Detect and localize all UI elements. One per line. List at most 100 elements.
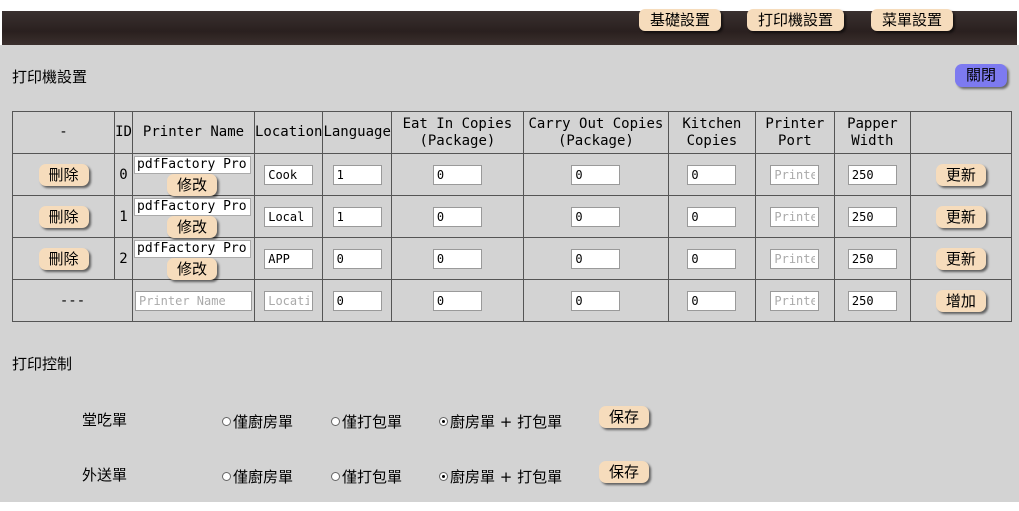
- dine-in-both-radio[interactable]: 廚房單 + 打包單: [439, 411, 562, 432]
- radio-icon: [331, 417, 340, 426]
- language-input[interactable]: [332, 248, 382, 269]
- dine-in-package-only-radio[interactable]: 僅打包單: [331, 411, 402, 432]
- top-bar: 基礎設置 打印機設置 菜單設置: [0, 0, 1019, 45]
- eat-in-copies-input[interactable]: [432, 248, 482, 269]
- new-kitchen-copies-input[interactable]: [687, 290, 737, 311]
- dine-in-kitchen-only-radio[interactable]: 僅廚房單: [222, 411, 293, 432]
- width-cell: [833, 237, 911, 280]
- header-kitchen-copies: Kitchen Copies: [667, 111, 756, 154]
- location-input[interactable]: [264, 248, 314, 269]
- printer-name-select[interactable]: pdfFactory Pro: [134, 156, 251, 174]
- new-language-cell: [322, 279, 392, 322]
- delivery-save-button[interactable]: 保存: [599, 461, 649, 483]
- update-button[interactable]: 更新: [935, 205, 986, 228]
- edit-button[interactable]: 修改: [167, 174, 217, 196]
- kitchen-copies-input[interactable]: [687, 248, 737, 269]
- update-button[interactable]: 更新: [935, 247, 986, 270]
- printer-name-cell: pdfFactory Pro 修改: [132, 153, 255, 196]
- update-cell: 更新: [909, 237, 1012, 280]
- nav-menu-settings-button[interactable]: 菜單設置: [871, 9, 953, 31]
- new-width-cell: [833, 279, 911, 322]
- dine-in-save-button[interactable]: 保存: [599, 406, 649, 428]
- location-input[interactable]: [264, 206, 314, 227]
- radio-icon: [331, 472, 340, 481]
- dine-in-control-row: 堂吃單 僅廚房單 僅打包單 廚房單 + 打包單 保存: [0, 405, 1019, 431]
- delivery-kitchen-only-radio[interactable]: 僅廚房單: [222, 466, 293, 487]
- radio-label: 廚房單 + 打包單: [450, 413, 563, 431]
- language-cell: [322, 195, 392, 238]
- radio-selected-icon: [439, 417, 448, 426]
- header-eat-in-line2: (Package): [419, 132, 496, 149]
- printer-name-cell: pdfFactory Pro 修改: [132, 237, 255, 280]
- nav-printer-settings-button[interactable]: 打印機設置: [747, 9, 844, 31]
- language-input[interactable]: [332, 164, 382, 185]
- carry-out-copies-input[interactable]: [571, 164, 621, 185]
- kitchen-cell: [667, 237, 756, 280]
- header-kitchen-line1: Kitchen: [682, 115, 742, 132]
- edit-button[interactable]: 修改: [167, 216, 217, 238]
- close-button[interactable]: 關閉: [955, 64, 1007, 87]
- id-cell: 2: [114, 237, 133, 280]
- radio-label: 僅打包單: [342, 413, 403, 431]
- printer-name-select[interactable]: pdfFactory Pro: [134, 240, 251, 258]
- language-cell: [322, 153, 392, 196]
- kitchen-copies-input[interactable]: [687, 206, 737, 227]
- new-printer-port-input[interactable]: [770, 290, 820, 311]
- header-location: Location: [253, 111, 324, 154]
- id-cell: 1: [114, 195, 133, 238]
- carry-out-copies-input[interactable]: [571, 248, 621, 269]
- new-paper-width-input[interactable]: [847, 290, 897, 311]
- header-kitchen-line2: Copies: [686, 132, 738, 149]
- add-cell: 增加: [909, 279, 1012, 322]
- id-cell: 0: [114, 153, 133, 196]
- printer-port-input[interactable]: [770, 248, 820, 269]
- new-carry-out-copies-input[interactable]: [571, 290, 621, 311]
- delete-button[interactable]: 刪除: [38, 247, 89, 270]
- printer-port-input[interactable]: [770, 206, 820, 227]
- update-button[interactable]: 更新: [935, 163, 986, 186]
- table-row: 刪除 1 pdfFactory Pro 修改 更新: [12, 195, 1012, 238]
- paper-width-input[interactable]: [847, 164, 897, 185]
- new-printer-name-input[interactable]: [135, 290, 252, 311]
- header-action: -: [12, 111, 115, 154]
- new-language-input[interactable]: [332, 290, 382, 311]
- edit-button[interactable]: 修改: [167, 258, 217, 280]
- bottom-strip: [0, 502, 1019, 511]
- location-input[interactable]: [264, 164, 314, 185]
- paper-width-input[interactable]: [847, 248, 897, 269]
- carry-out-cell: [522, 237, 669, 280]
- new-port-cell: [754, 279, 835, 322]
- delivery-both-radio[interactable]: 廚房單 + 打包單: [439, 466, 562, 487]
- delete-cell: 刪除: [12, 153, 115, 196]
- header-paper-width: Papper Width: [833, 111, 911, 154]
- header-carry-line1: Carry Out Copies: [528, 115, 664, 132]
- radio-icon: [222, 417, 231, 426]
- header-eat-in-copies: Eat In Copies (Package): [390, 111, 524, 154]
- delivery-control-row: 外送單 僅廚房單 僅打包單 廚房單 + 打包單 保存: [0, 460, 1019, 486]
- new-printer-row: --- 增加: [12, 279, 1012, 322]
- delete-button[interactable]: 刪除: [38, 205, 89, 228]
- table-header-row: - ID Printer Name Location Language Eat …: [12, 111, 1012, 154]
- kitchen-copies-input[interactable]: [687, 164, 737, 185]
- location-cell: [253, 153, 324, 196]
- printer-port-input[interactable]: [770, 164, 820, 185]
- kitchen-cell: [667, 153, 756, 196]
- new-eat-in-cell: [390, 279, 524, 322]
- delete-button[interactable]: 刪除: [38, 163, 89, 186]
- carry-out-copies-input[interactable]: [571, 206, 621, 227]
- eat-in-copies-input[interactable]: [432, 206, 482, 227]
- header-blank: [909, 111, 1012, 154]
- delivery-package-only-radio[interactable]: 僅打包單: [331, 466, 402, 487]
- paper-width-input[interactable]: [847, 206, 897, 227]
- new-location-input[interactable]: [264, 290, 314, 311]
- radio-icon: [222, 472, 231, 481]
- printer-name-select[interactable]: pdfFactory Pro: [134, 198, 251, 216]
- eat-in-copies-input[interactable]: [432, 164, 482, 185]
- eat-in-cell: [390, 195, 524, 238]
- nav-basic-settings-button[interactable]: 基礎設置: [639, 9, 721, 31]
- update-cell: 更新: [909, 195, 1012, 238]
- new-eat-in-copies-input[interactable]: [432, 290, 482, 311]
- language-input[interactable]: [332, 206, 382, 227]
- add-printer-button[interactable]: 增加: [935, 289, 986, 312]
- new-kitchen-cell: [667, 279, 756, 322]
